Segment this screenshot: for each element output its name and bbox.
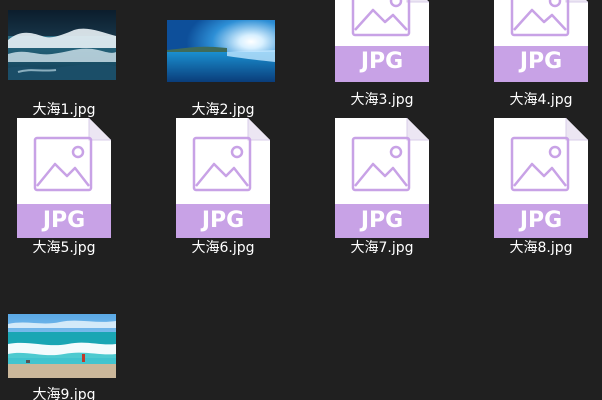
file-thumbnail: JPG [312,118,452,240]
jpg-file-icon: JPG [494,118,588,238]
file-item-9[interactable]: 大海9.jpg [0,264,134,400]
file-item-4[interactable]: JPG 大海4.jpg [471,0,602,130]
file-item-2[interactable]: 大海2.jpg [153,0,293,130]
file-list-pane[interactable]: 大海1.jpg 大海2.jpg JPG 大海3.jpg JPG 大海4.jpg … [0,0,602,400]
jpg-file-icon: JPG [335,118,429,238]
file-item-5[interactable]: JPG 大海5.jpg [0,118,134,268]
file-thumbnail [0,264,134,386]
file-name: 大海3.jpg [350,92,414,108]
file-thumbnail: JPG [471,0,602,102]
file-item-6[interactable]: JPG 大海6.jpg [153,118,293,268]
file-thumbnail [153,0,293,102]
file-name: 大海9.jpg [32,387,96,400]
file-name: 大海6.jpg [191,240,255,256]
file-name: 大海7.jpg [350,240,414,256]
file-name: 大海8.jpg [509,240,573,256]
file-item-7[interactable]: JPG 大海7.jpg [312,118,452,268]
jpg-badge: JPG [42,208,86,233]
file-thumbnail: JPG [312,0,452,102]
jpg-file-icon: JPG [494,0,588,82]
file-name: 大海5.jpg [32,240,96,256]
file-thumbnail: JPG [471,118,602,240]
file-thumbnail: JPG [0,118,134,240]
stormy-sea-photo [8,10,116,80]
jpg-badge: JPG [519,208,563,233]
sunlit-sea-photo [167,20,275,82]
file-item-1[interactable]: 大海1.jpg [0,0,134,130]
jpg-badge: JPG [360,208,404,233]
file-item-3[interactable]: JPG 大海3.jpg [312,0,452,130]
beach-waves-photo [8,314,116,378]
jpg-file-icon: JPG [335,0,429,82]
file-name: 大海2.jpg [191,102,255,118]
jpg-badge: JPG [360,49,404,74]
file-name: 大海1.jpg [32,102,96,118]
file-name: 大海4.jpg [509,92,573,108]
file-thumbnail: JPG [153,118,293,240]
jpg-badge: JPG [201,208,245,233]
jpg-file-icon: JPG [176,118,270,238]
jpg-badge: JPG [519,49,563,74]
file-item-8[interactable]: JPG 大海8.jpg [471,118,602,268]
jpg-file-icon: JPG [17,118,111,238]
file-thumbnail [0,0,134,102]
